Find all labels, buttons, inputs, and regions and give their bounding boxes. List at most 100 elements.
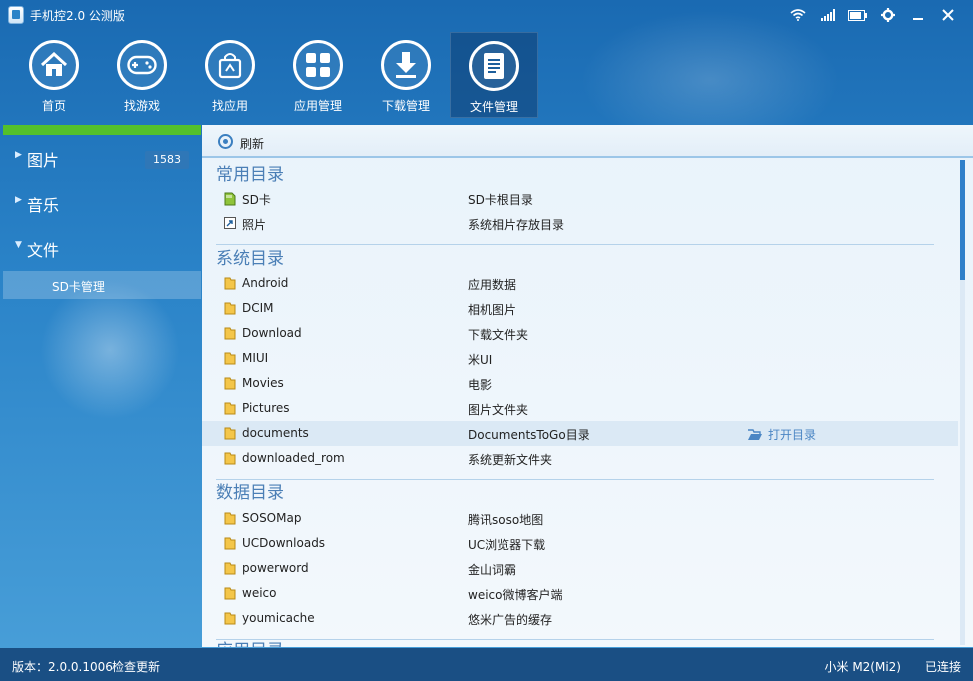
section-divider xyxy=(216,479,934,480)
download-icon xyxy=(381,40,431,90)
row-description: SD卡根目录 xyxy=(468,193,533,207)
list-item[interactable]: Movies 电影 xyxy=(202,371,958,396)
row-name: Android xyxy=(242,276,289,290)
section-title: 系统目录 xyxy=(216,249,284,269)
row-name: MIUI xyxy=(242,351,269,365)
folder-icon xyxy=(224,377,236,390)
open-folder-icon xyxy=(748,428,762,440)
chevron-right-icon: ▶ xyxy=(15,195,22,205)
nav-download-management-label: 下载管理 xyxy=(381,99,430,113)
folder-icon xyxy=(224,452,236,465)
row-description: 米UI xyxy=(468,353,493,367)
nav-app-management-label: 应用管理 xyxy=(293,99,342,113)
sidebar-item-music[interactable]: ▶ 音乐 xyxy=(3,182,201,222)
row-name: weico xyxy=(242,586,277,600)
nav-app-management[interactable]: 应用管理 xyxy=(274,32,362,118)
top-navigation: 首页 找游戏 找应用 应用管理 下载管理 文件管理 xyxy=(10,32,538,120)
list-item[interactable]: Download 下载文件夹 xyxy=(202,321,958,346)
folder-icon xyxy=(224,587,236,600)
row-description: 图片文件夹 xyxy=(468,403,529,417)
scrollbar-thumb[interactable] xyxy=(960,160,965,280)
folder-icon xyxy=(224,402,236,415)
list-item[interactable]: Pictures 图片文件夹 xyxy=(202,396,958,421)
close-icon[interactable] xyxy=(933,4,963,26)
sidebar-item-files[interactable]: ▼ 文件 xyxy=(3,227,201,267)
list-item[interactable]: DCIM 相机图片 xyxy=(202,296,958,321)
title-bar: 手机控2.0 公测版 xyxy=(0,0,973,30)
section-title: 数据目录 xyxy=(216,483,284,503)
folder-icon xyxy=(224,562,236,575)
list-item[interactable]: SD卡 SD卡根目录 xyxy=(202,186,958,211)
list-item[interactable]: youmicache 悠米广告的缓存 xyxy=(202,606,958,631)
sd-card-icon xyxy=(224,192,236,206)
list-item[interactable]: downloaded_rom 系统更新文件夹 xyxy=(202,446,958,471)
row-name: UCDownloads xyxy=(242,536,326,550)
row-description: 腾讯soso地图 xyxy=(468,513,544,527)
row-name: downloaded_rom xyxy=(242,451,345,465)
list-item[interactable]: Android 应用数据 xyxy=(202,271,958,296)
row-description: 系统相片存放目录 xyxy=(468,218,565,232)
row-name: 照片 xyxy=(242,218,267,232)
section-title: 应用目录 xyxy=(216,636,284,647)
check-update-link[interactable]: 检查更新 xyxy=(112,658,160,675)
sidebar-item-pictures[interactable]: ▶ 图片 1583 xyxy=(3,137,201,177)
sidebar: ▶ 图片 1583 ▶ 音乐 ▼ 文件 SD卡管理 xyxy=(3,135,201,645)
nav-home[interactable]: 首页 xyxy=(10,32,98,118)
list-item[interactable]: documents DocumentsToGo目录 打开目录 xyxy=(202,421,958,446)
document-icon xyxy=(469,41,519,91)
battery-icon[interactable] xyxy=(843,4,873,26)
folder-icon xyxy=(224,352,236,365)
list-item[interactable]: powerword 金山词霸 xyxy=(202,556,958,581)
sidebar-accent-bar xyxy=(3,125,201,135)
list-item[interactable]: UCDownloads UC浏览器下载 xyxy=(202,531,958,556)
nav-find-games[interactable]: 找游戏 xyxy=(98,32,186,118)
list-item[interactable]: MIUI 米UI xyxy=(202,346,958,371)
chevron-right-icon: ▶ xyxy=(15,150,22,160)
list-item[interactable]: SOSOMap 腾讯soso地图 xyxy=(202,506,958,531)
row-description: 下载文件夹 xyxy=(468,328,529,342)
section-divider xyxy=(216,639,934,640)
row-name: DCIM xyxy=(242,301,274,315)
row-name: Movies xyxy=(242,376,284,390)
scrollbar[interactable] xyxy=(960,160,965,645)
row-description: weico微博客户端 xyxy=(468,588,563,602)
gamepad-icon xyxy=(117,40,167,90)
file-browser-panel: 刷新 常用目录 SD卡 SD卡根目录 照片 系统相片存放目录 系统目录 Andr… xyxy=(202,125,973,647)
list-item[interactable]: weico weico微博客户端 xyxy=(202,581,958,606)
device-name: 小米 M2(Mi2) xyxy=(824,660,902,674)
row-description: UC浏览器下载 xyxy=(468,538,546,552)
list-item[interactable]: 照片 系统相片存放目录 xyxy=(202,211,958,236)
grid-icon xyxy=(293,40,343,90)
row-name: documents xyxy=(242,426,309,440)
row-description: DocumentsToGo目录 xyxy=(468,428,590,442)
folder-icon xyxy=(224,302,236,315)
nav-file-management-label: 文件管理 xyxy=(469,100,518,114)
refresh-icon[interactable] xyxy=(218,134,233,149)
signal-icon[interactable] xyxy=(813,4,843,26)
nav-file-management[interactable]: 文件管理 xyxy=(450,32,538,118)
sidebar-item-label: 图片 xyxy=(27,151,60,170)
folder-icon xyxy=(224,427,236,440)
version-text: 版本：2.0.0.1006 xyxy=(12,660,113,674)
section-title: 常用目录 xyxy=(216,165,284,185)
row-name: youmicache xyxy=(242,611,315,625)
wifi-icon[interactable] xyxy=(783,4,813,26)
refresh-button[interactable]: 刷新 xyxy=(240,135,264,152)
row-name: powerword xyxy=(242,561,309,575)
open-directory-button[interactable]: 打开目录 xyxy=(747,426,816,443)
settings-gear-icon[interactable] xyxy=(873,4,903,26)
shortcut-icon xyxy=(224,217,236,230)
row-name: SOSOMap xyxy=(242,511,302,525)
row-description: 系统更新文件夹 xyxy=(468,453,553,467)
folder-icon xyxy=(224,512,236,525)
nav-find-apps[interactable]: 找应用 xyxy=(186,32,274,118)
toolbar: 刷新 xyxy=(202,125,973,158)
minimize-icon[interactable] xyxy=(903,4,933,26)
app-bag-icon xyxy=(205,40,255,90)
folder-icon xyxy=(224,612,236,625)
count-badge: 1583 xyxy=(145,151,189,169)
connection-status: 已连接 xyxy=(924,660,961,674)
sidebar-subitem-sd-card[interactable]: SD卡管理 xyxy=(3,271,201,299)
nav-download-management[interactable]: 下载管理 xyxy=(362,32,450,118)
row-description: 相机图片 xyxy=(468,303,517,317)
